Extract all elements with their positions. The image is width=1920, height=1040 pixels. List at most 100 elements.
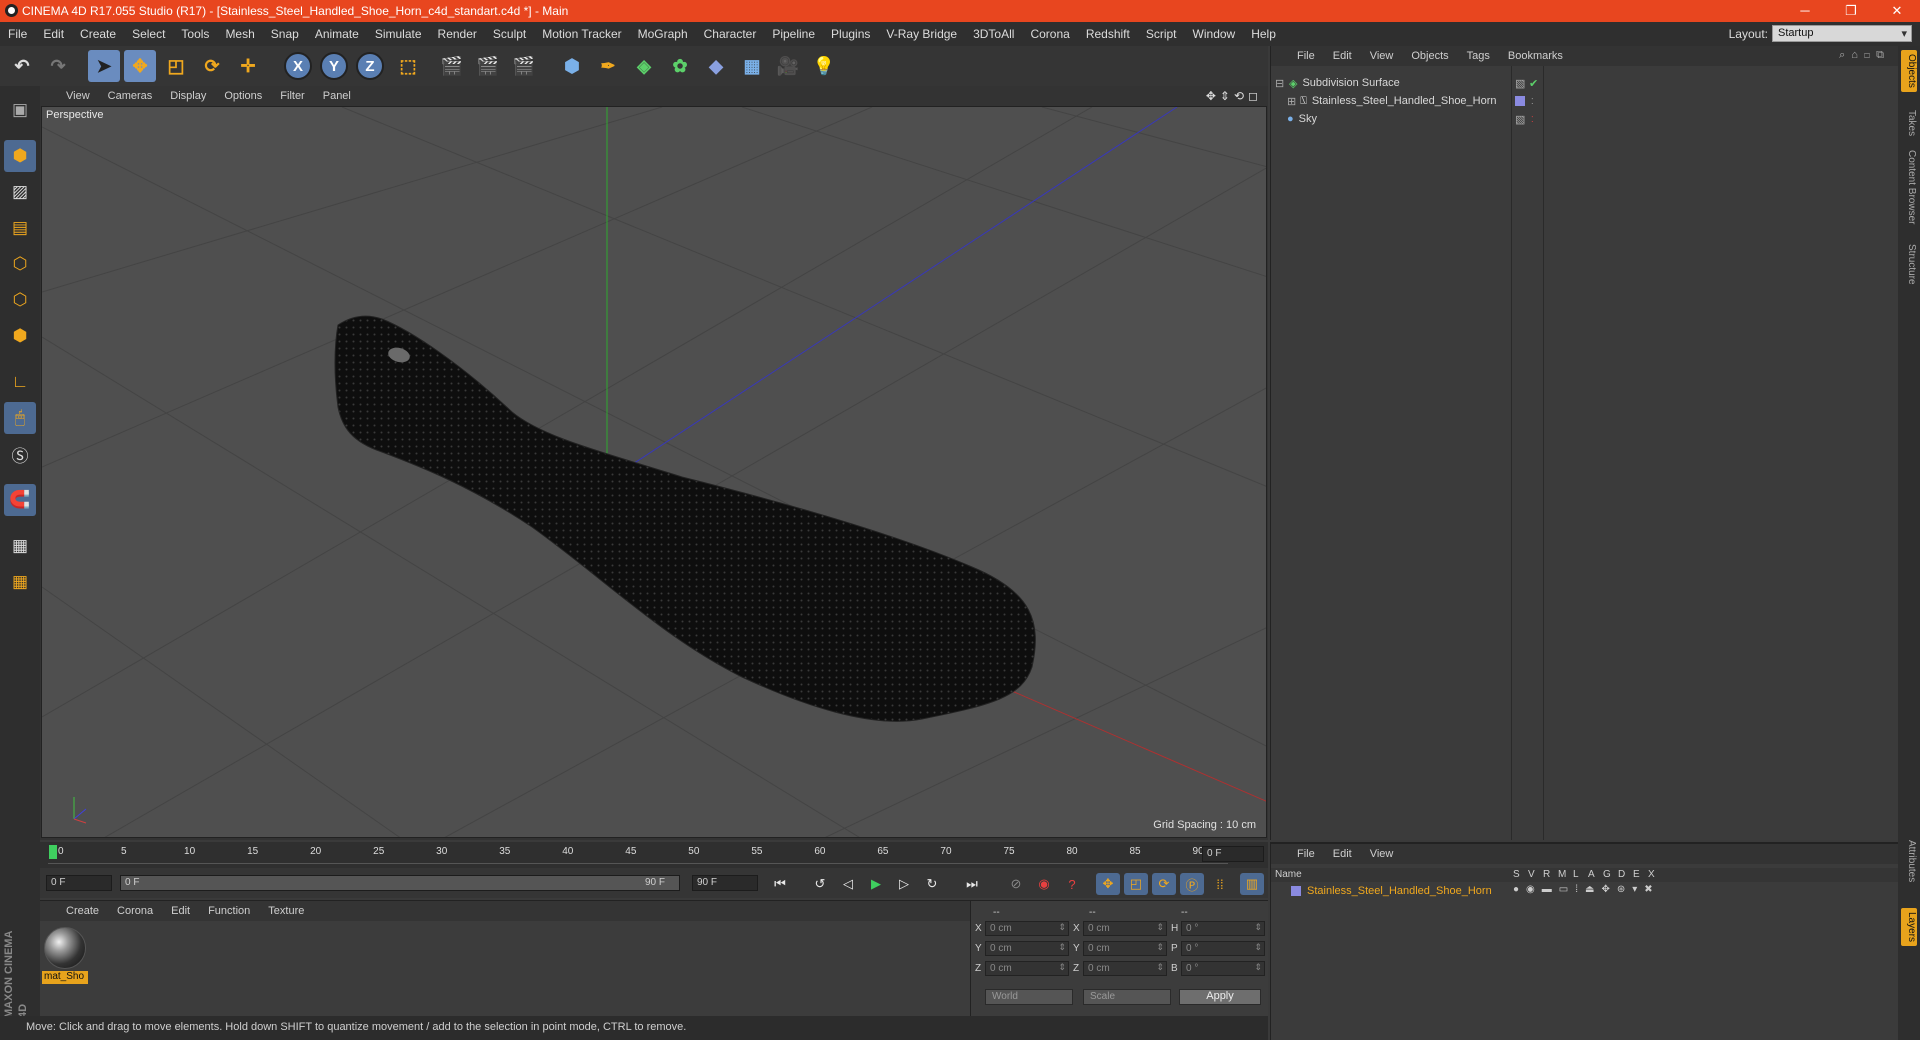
selection-tool-icon[interactable]: ➤: [88, 50, 120, 82]
scale-key-icon[interactable]: ◰: [1124, 873, 1148, 895]
material-menu-edit[interactable]: Edit: [163, 905, 200, 917]
object-row-sky[interactable]: ● Sky ▧ ⁚: [1271, 110, 1899, 128]
go-to-end-icon[interactable]: ⏭: [960, 873, 984, 895]
material-menu-function[interactable]: Function: [200, 905, 260, 917]
rot-b-field[interactable]: 0 °: [1181, 961, 1265, 976]
playhead-marker[interactable]: [49, 845, 57, 859]
workplane-lock-icon[interactable]: ▦: [4, 530, 36, 562]
solo-icon[interactable]: Ⓢ: [4, 438, 36, 470]
play-icon[interactable]: ▶: [864, 873, 888, 895]
texture-mode-icon[interactable]: ▨: [4, 176, 36, 208]
collapse-icon[interactable]: ⊟: [1275, 77, 1284, 90]
keyframe-selection-icon[interactable]: ?: [1060, 873, 1084, 895]
camera-icon[interactable]: 🎥: [772, 50, 804, 82]
record-keys-icon[interactable]: ⊘: [1004, 873, 1028, 895]
pen-spline-icon[interactable]: ✒: [592, 50, 624, 82]
rotate-tool-icon[interactable]: ⟳: [196, 50, 228, 82]
redo-icon[interactable]: ↷: [42, 50, 74, 82]
layer-color-icon[interactable]: [1515, 96, 1525, 106]
menu-vray-bridge[interactable]: V-Ray Bridge: [878, 27, 965, 41]
position-key-icon[interactable]: ✥: [1096, 873, 1120, 895]
object-menu-edit[interactable]: Edit: [1325, 50, 1362, 62]
menu-sculpt[interactable]: Sculpt: [485, 27, 534, 41]
layer-tag-icon[interactable]: ▧: [1515, 77, 1525, 90]
minimize-button[interactable]: ─: [1782, 0, 1828, 22]
layer-row[interactable]: Stainless_Steel_Handled_Shoe_Horn ●◉▬▭⁞⏏…: [1271, 884, 1899, 900]
tab-takes[interactable]: Takes: [1901, 106, 1917, 140]
menu-edit[interactable]: Edit: [35, 27, 72, 41]
menu-pipeline[interactable]: Pipeline: [764, 27, 823, 41]
menu-mesh[interactable]: Mesh: [217, 27, 262, 41]
enabled-check-icon[interactable]: ✔: [1529, 77, 1538, 90]
menu-file[interactable]: File: [0, 27, 35, 41]
polygons-mode-icon[interactable]: ⬢: [4, 320, 36, 352]
pos-x-field[interactable]: 0 cm: [985, 921, 1069, 936]
make-editable-icon[interactable]: ▣: [4, 94, 36, 126]
menu-tools[interactable]: Tools: [173, 27, 217, 41]
rotation-key-icon[interactable]: ⟳: [1152, 873, 1176, 895]
coordinate-system-icon[interactable]: ⬚: [392, 50, 424, 82]
layer-tag-icon[interactable]: ▧: [1515, 113, 1525, 126]
menu-character[interactable]: Character: [696, 27, 765, 41]
cube-primitive-icon[interactable]: ⬢: [556, 50, 588, 82]
render-picture-viewer-icon[interactable]: 🎬: [472, 50, 504, 82]
object-menu-tags[interactable]: Tags: [1459, 50, 1500, 62]
tab-attributes[interactable]: Attributes: [1901, 836, 1917, 886]
material-thumbnail[interactable]: [44, 927, 86, 969]
end-frame-field[interactable]: 90 F: [692, 875, 758, 891]
viewport-menu-view[interactable]: View: [58, 90, 100, 102]
menu-create[interactable]: Create: [72, 27, 124, 41]
shoe-horn-mesh[interactable]: [334, 315, 1036, 722]
deformer-icon[interactable]: ◆: [700, 50, 732, 82]
material-menu-create[interactable]: Create: [58, 905, 109, 917]
layer-flag-icons[interactable]: ●◉▬▭⁞⏏✥⊛▾✖: [1513, 884, 1660, 895]
menu-corona[interactable]: Corona: [1022, 27, 1077, 41]
points-mode-icon[interactable]: ⬡: [4, 248, 36, 280]
expand-icon[interactable]: ⊞: [1287, 95, 1296, 108]
next-key-icon[interactable]: ↻: [920, 873, 944, 895]
menu-plugins[interactable]: Plugins: [823, 27, 878, 41]
timeline-track[interactable]: [48, 844, 1228, 864]
layer-menu-edit[interactable]: Edit: [1325, 848, 1362, 860]
menu-script[interactable]: Script: [1138, 27, 1185, 41]
tab-layers[interactable]: Layers: [1901, 908, 1917, 947]
y-axis-lock-button[interactable]: Y: [320, 52, 348, 80]
menu-3dtoall[interactable]: 3DToAll: [965, 27, 1022, 41]
undo-icon[interactable]: ↶: [6, 50, 38, 82]
tab-structure[interactable]: Structure: [1901, 240, 1917, 289]
viewport-menu-display[interactable]: Display: [162, 90, 216, 102]
parameter-key-icon[interactable]: Ⓟ: [1180, 873, 1204, 895]
current-frame-field[interactable]: 0 F: [1202, 846, 1264, 862]
viewport-menu-cameras[interactable]: Cameras: [100, 90, 163, 102]
layout-dropdown[interactable]: Startup: [1772, 25, 1912, 42]
render-settings-icon[interactable]: 🎬: [508, 50, 540, 82]
layer-color-icon[interactable]: [1291, 886, 1301, 896]
menu-help[interactable]: Help: [1243, 27, 1284, 41]
coordinate-mode-dropdown[interactable]: World: [985, 989, 1073, 1005]
material-menu-texture[interactable]: Texture: [260, 905, 314, 917]
material-menu-corona[interactable]: Corona: [109, 905, 163, 917]
viewport-menu-filter[interactable]: Filter: [272, 90, 314, 102]
timeline-ruler[interactable]: 0 5 10 15 20 25 30 35 40 45 50 55 60 65 70 75 80 85 90 0 F: [40, 842, 1268, 868]
z-axis-lock-button[interactable]: Z: [356, 52, 384, 80]
visibility-dots-icon[interactable]: ⁚: [1531, 115, 1534, 124]
visibility-dots-icon[interactable]: ⁚: [1531, 97, 1534, 106]
autokeying-icon[interactable]: ◉: [1032, 873, 1056, 895]
preview-range-slider[interactable]: 0 F 90 F: [120, 875, 680, 891]
layer-menu-view[interactable]: View: [1362, 848, 1404, 860]
size-z-field[interactable]: 0 cm: [1083, 961, 1167, 976]
enable-axis-icon[interactable]: ∟: [4, 366, 36, 398]
snap-icon[interactable]: 🧲: [4, 484, 36, 516]
object-menu-view[interactable]: View: [1362, 50, 1404, 62]
menu-window[interactable]: Window: [1185, 27, 1244, 41]
menu-redshift[interactable]: Redshift: [1078, 27, 1138, 41]
material-name-label[interactable]: mat_Sho: [42, 971, 88, 984]
point-level-animation-icon[interactable]: ⁞⁞: [1208, 873, 1232, 895]
last-tool-icon[interactable]: ✛: [232, 50, 264, 82]
scale-tool-icon[interactable]: ◰: [160, 50, 192, 82]
model-mode-icon[interactable]: ⬢: [4, 140, 36, 172]
menu-mograph[interactable]: MoGraph: [630, 27, 696, 41]
cloner-icon[interactable]: ✿: [664, 50, 696, 82]
floor-icon[interactable]: ▦: [736, 50, 768, 82]
start-frame-field[interactable]: 0 F: [46, 875, 112, 891]
